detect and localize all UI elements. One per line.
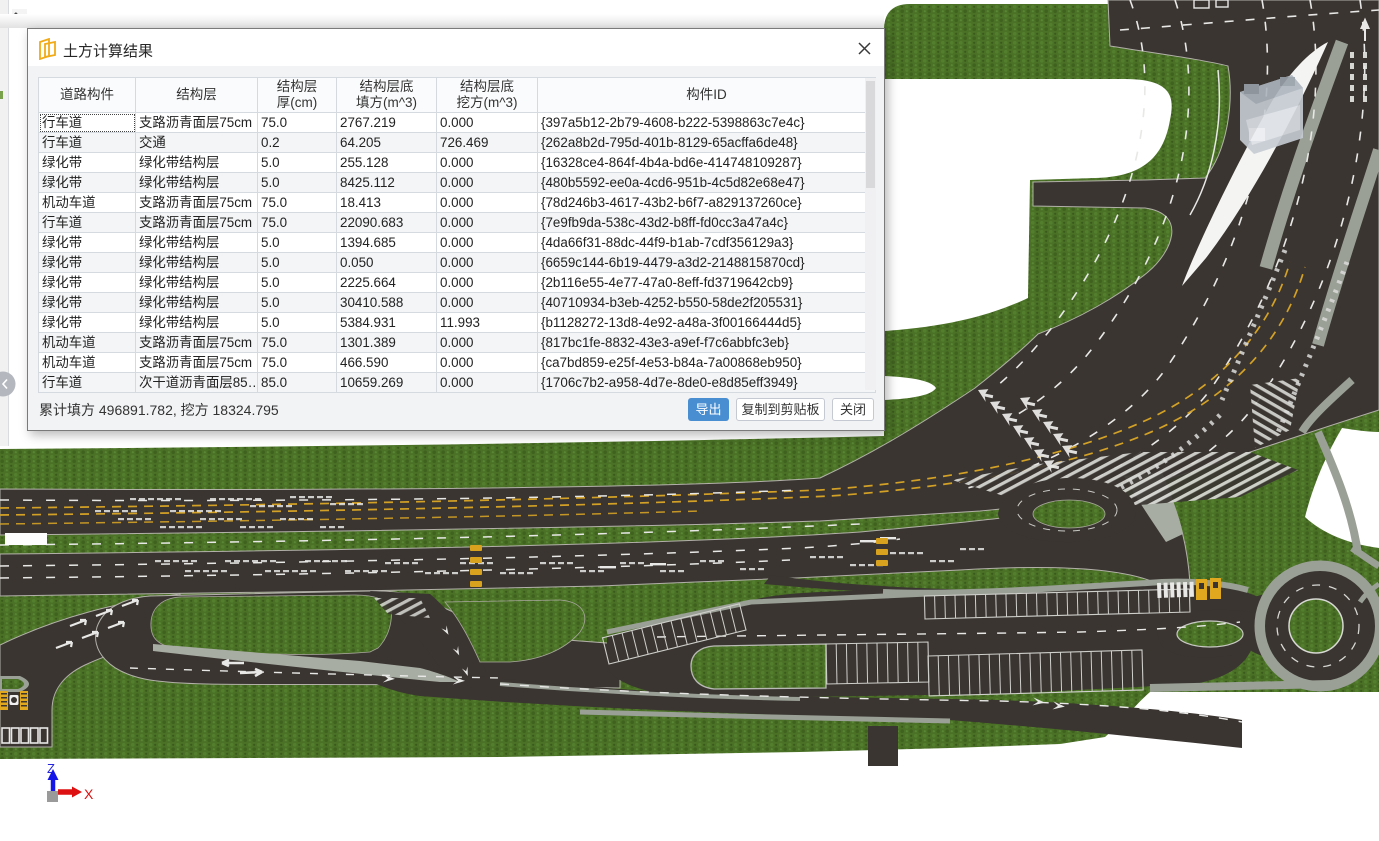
svg-text:X: X bbox=[84, 786, 94, 802]
